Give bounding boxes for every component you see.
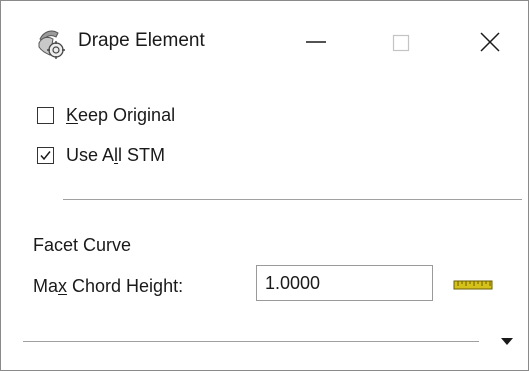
keep-original-label-suffix: eep Original — [78, 105, 176, 125]
use-all-stm-label-prefix: Use A — [66, 145, 115, 165]
title-bar[interactable]: Drape Element — [1, 1, 528, 85]
use-all-stm-checkbox[interactable] — [37, 146, 54, 164]
max-chord-height-label-prefix: Ma — [33, 276, 59, 296]
max-chord-height-label-suffix: Chord Height: — [67, 276, 184, 296]
triangle-down-icon[interactable] — [496, 332, 518, 350]
use-all-stm-label: Use All STM — [66, 144, 165, 166]
window-title: Drape Element — [78, 30, 205, 51]
maximize-button[interactable] — [373, 15, 429, 69]
max-chord-height-input[interactable] — [256, 265, 433, 301]
ruler-icon[interactable] — [453, 274, 493, 292]
use-all-stm-option[interactable]: Use All STM — [37, 141, 165, 169]
checkmark-icon — [40, 150, 51, 160]
maximize-icon — [392, 34, 410, 52]
facet-curve-section-label: Facet Curve — [33, 235, 132, 255]
use-all-stm-label-suffix: l STM — [118, 145, 166, 165]
max-chord-height-accelerator: x — [58, 276, 68, 296]
keep-original-accelerator: K — [66, 105, 79, 125]
keep-original-label: Keep Original — [66, 104, 175, 126]
keep-original-checkbox[interactable] — [37, 106, 54, 124]
keep-original-option[interactable]: Keep Original — [37, 101, 175, 129]
close-button[interactable] — [462, 15, 518, 69]
bottom-divider — [23, 341, 479, 342]
max-chord-height-label: Max Chord Height: — [33, 275, 183, 297]
section-divider — [63, 199, 522, 200]
drape-element-dialog: Drape Element Keep Original Use All STM … — [0, 0, 529, 371]
close-icon — [480, 32, 500, 52]
minimize-button[interactable] — [288, 15, 344, 69]
drape-element-icon — [38, 30, 65, 59]
minimize-icon — [306, 41, 326, 43]
